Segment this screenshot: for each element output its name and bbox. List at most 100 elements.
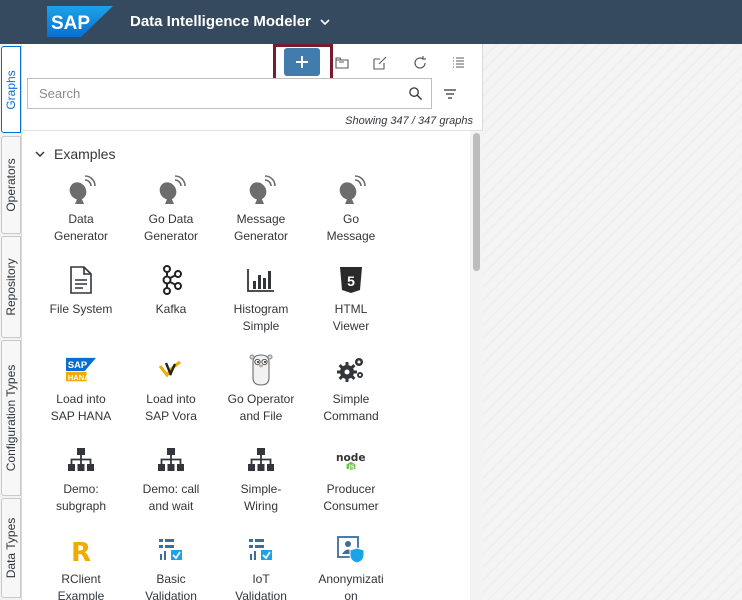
scrollbar-thumb[interactable] (473, 133, 480, 271)
list-scrollbar[interactable] (470, 131, 483, 600)
tab-label: Repository (4, 258, 18, 316)
graph-list: Examples Data Generator Go Data Generato… (22, 131, 483, 600)
svg-text:JS: JS (348, 464, 355, 470)
gears-icon (336, 355, 366, 385)
sap-vora-logo-icon (156, 355, 186, 385)
group-examples[interactable]: Examples (34, 146, 115, 162)
app-title: Data Intelligence Modeler (130, 13, 311, 30)
folder-icon (335, 57, 349, 69)
tab-configuration-types[interactable]: Configuration Types (1, 340, 21, 496)
graph-tile-simple-command[interactable]: Simple Command (306, 355, 396, 441)
graph-tile-go-operator-and-file[interactable]: Go Operator and File (216, 354, 306, 441)
kafka-icon (156, 265, 186, 295)
graph-tile-demo-call-and-wait[interactable]: Demo: call and wait (126, 445, 216, 531)
tab-data-types[interactable]: Data Types (1, 498, 21, 598)
validation-icon (156, 535, 186, 565)
filter-icon (444, 89, 456, 99)
app-title-menu[interactable]: Data Intelligence Modeler (130, 13, 331, 30)
graph-label: Simple Command (323, 392, 379, 423)
graph-label: Go Data Generator (143, 212, 199, 243)
graph-label: Go Message (326, 212, 376, 243)
graph-tile-go-message[interactable]: Go Message (306, 175, 396, 261)
graph-tile-load-into-sap-hana[interactable]: SAP HANA Load into SAP HANA (36, 355, 126, 441)
panel-toolbar (22, 44, 483, 86)
svg-text:R: R (71, 538, 91, 564)
satellite-dish-icon (66, 175, 96, 205)
graph-tile-html-viewer[interactable]: 5 HTML Viewer (306, 265, 396, 351)
refresh-icon (414, 56, 426, 69)
vertical-tab-strip: Graphs Operators Repository Configuratio… (0, 44, 22, 600)
satellite-dish-icon (246, 175, 276, 205)
graph-label: Simple- Wiring (240, 482, 282, 513)
list-view-button[interactable] (444, 49, 472, 77)
hierarchy-icon (156, 445, 186, 475)
filter-button[interactable] (440, 84, 460, 104)
graph-label: Anonymizati on (318, 572, 384, 600)
search-icon[interactable] (408, 86, 423, 101)
tab-repository[interactable]: Repository (1, 236, 21, 338)
tab-graphs[interactable]: Graphs (1, 46, 21, 133)
tab-label: Data Types (4, 517, 18, 579)
open-folder-button[interactable] (328, 49, 356, 77)
graph-label: Load into SAP Vora (145, 392, 197, 423)
hierarchy-icon (246, 445, 276, 475)
graph-count: Showing 347 / 347 graphs (345, 115, 473, 127)
list-icon (453, 57, 464, 68)
create-graph-button[interactable] (284, 48, 320, 76)
svg-text:SAP: SAP (51, 13, 90, 34)
graph-label: Load into SAP HANA (50, 392, 112, 423)
graphs-panel: Showing 347 / 347 graphs Examples Data G… (22, 44, 483, 600)
graph-tile-data-generator[interactable]: Data Generator (36, 175, 126, 261)
hierarchy-icon (66, 445, 96, 475)
graph-tile-simple-wiring[interactable]: Simple- Wiring (216, 445, 306, 531)
edit-button[interactable] (366, 49, 394, 77)
nodejs-logo-icon: node JS (336, 445, 366, 475)
graph-tile-load-into-sap-vora[interactable]: Load into SAP Vora (126, 355, 216, 441)
svg-text:SAP: SAP (68, 360, 87, 370)
graph-tile-go-data-generator[interactable]: Go Data Generator (126, 175, 216, 261)
graph-label: Demo: subgraph (55, 482, 107, 513)
document-icon (66, 265, 96, 295)
tab-label: Graphs (4, 69, 18, 110)
validation-icon (246, 535, 276, 565)
graph-tile-message-generator[interactable]: Message Generator (216, 175, 306, 261)
graph-label: HTML Viewer (332, 302, 370, 333)
shell-bar: SAP Data Intelligence Modeler (0, 0, 742, 44)
graph-tile-demo-subgraph[interactable]: Demo: subgraph (36, 445, 126, 531)
graph-tile-file-system[interactable]: File System (36, 265, 126, 351)
anonymization-icon (336, 535, 366, 565)
edit-icon (373, 56, 387, 70)
sap-logo[interactable]: SAP (47, 6, 113, 37)
chevron-down-icon (320, 18, 330, 25)
graph-label: Data Generator (53, 212, 109, 243)
satellite-dish-icon (156, 175, 186, 205)
graph-label: Kafka (155, 302, 187, 316)
histogram-icon (246, 265, 276, 295)
graph-label: Basic Validation (145, 572, 197, 600)
graph-label: IoT Validation (235, 572, 287, 600)
sap-hana-logo-icon: SAP HANA (66, 355, 96, 385)
graph-tile-iot-validation[interactable]: IoT Validation (216, 535, 306, 600)
search-input[interactable] (28, 79, 398, 108)
graph-label: Demo: call and wait (142, 482, 200, 513)
graph-label: Message Generator (233, 212, 289, 243)
search-field (27, 78, 432, 109)
graph-tile-anonymization[interactable]: Anonymizati on (306, 535, 396, 600)
svg-text:5: 5 (347, 273, 355, 289)
graph-tile-kafka[interactable]: Kafka (126, 265, 216, 351)
graph-tile-rclient-example[interactable]: R RClient Example (36, 535, 126, 600)
add-icon (296, 56, 308, 68)
satellite-dish-icon (336, 175, 366, 205)
html5-icon: 5 (336, 265, 366, 295)
graph-label: Go Operator and File (227, 392, 295, 423)
graph-label: RClient Example (57, 572, 105, 600)
graph-tile-producer-consumer[interactable]: node JS Producer Consumer (306, 445, 396, 531)
tab-operators[interactable]: Operators (1, 136, 21, 234)
refresh-button[interactable] (406, 49, 434, 77)
graph-tile-basic-validation[interactable]: Basic Validation (126, 535, 216, 600)
graph-canvas[interactable] (483, 44, 742, 600)
graph-label: Histogram Simple (233, 302, 289, 333)
tab-label: Configuration Types (4, 364, 18, 472)
graph-label: File System (49, 302, 113, 316)
graph-tile-histogram-simple[interactable]: Histogram Simple (216, 265, 306, 351)
